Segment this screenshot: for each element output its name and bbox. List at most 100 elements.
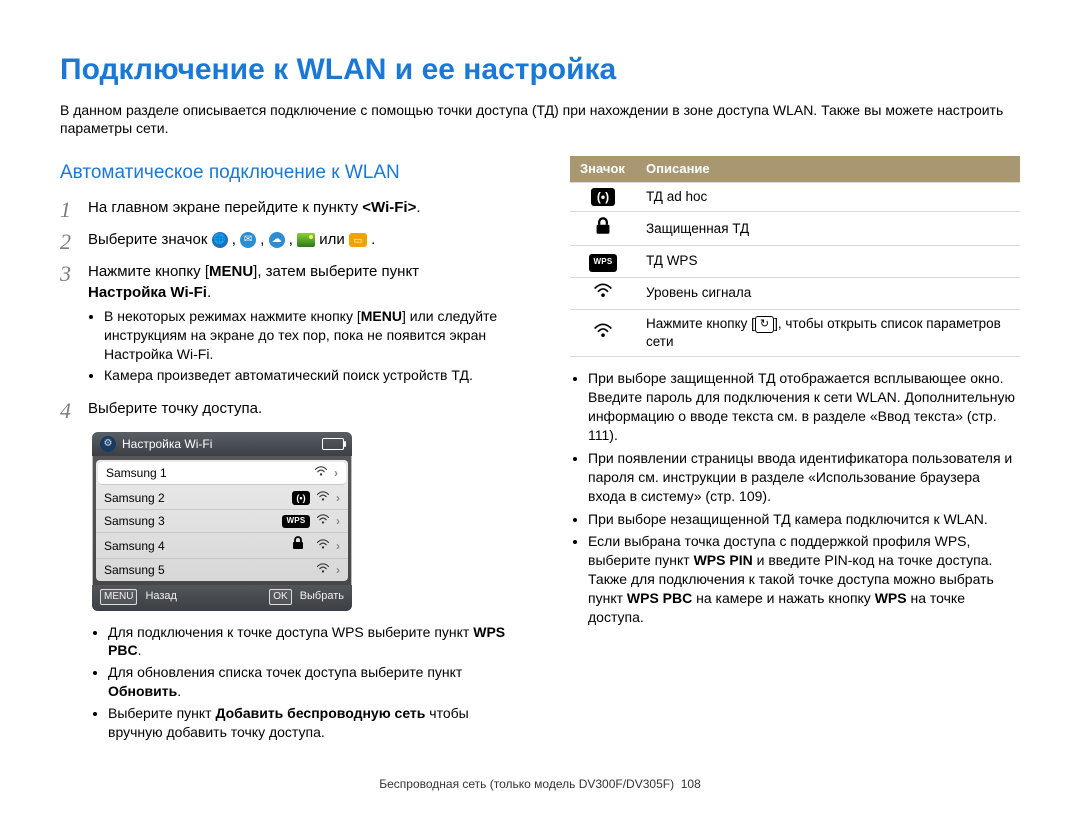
text: Выберите пункт (108, 705, 215, 721)
step-number: 4 (60, 399, 78, 423)
ap-name: Samsung 2 (104, 490, 286, 506)
right-column: Значок Описание (•) ТД ad hoc Защищенная… (570, 156, 1020, 748)
right-bullet: При выборе защищенной ТД отображается вс… (588, 369, 1020, 445)
chevron-right-icon: › (336, 490, 340, 506)
text: на камере и нажать кнопку (692, 590, 874, 606)
sep: , (256, 231, 269, 248)
wifi-ap-row[interactable]: Samsung 1 › (98, 462, 346, 485)
wifi-settings-panel: ⚙ Настройка Wi-Fi Samsung 1 › Samsung 2 (92, 432, 352, 611)
signal-icon (316, 538, 330, 554)
step-1-text-a: На главном экране перейдите к пункту (88, 199, 362, 216)
text: В некоторых режимах нажмите кнопку [ (104, 308, 361, 324)
page-title: Подключение к WLAN и ее настройка (60, 50, 1020, 91)
desc-secured: Защищенная ТД (636, 212, 1020, 246)
step-2-post: . (367, 231, 375, 248)
step-3-bold: Настройка Wi-Fi (88, 284, 207, 301)
wifi-gear-icon: ⚙ (100, 436, 116, 452)
right-bullet: При выборе незащищенной ТД камера подклю… (588, 510, 1020, 529)
left-bullet-3: Выберите пункт Добавить беспроводную сет… (108, 704, 510, 742)
adhoc-icon: (•) (591, 188, 615, 206)
step-2: 2 Выберите значок 🌐 , ✉ , ☁ , или ▭ . (60, 230, 510, 254)
lock-icon (286, 536, 310, 555)
chevron-right-icon: › (336, 513, 340, 529)
table-row: (•) ТД ad hoc (570, 182, 1020, 211)
globe-icon: 🌐 (212, 232, 228, 248)
step-4: 4 Выберите точку доступа. (60, 399, 510, 423)
wifi-ap-row[interactable]: Samsung 4 › (96, 533, 348, 559)
refresh-key: ↻ (755, 316, 774, 333)
left-column: Автоматическое подключение к WLAN 1 На г… (60, 156, 510, 748)
ap-name: Samsung 3 (104, 513, 276, 529)
signal-icon (316, 490, 330, 506)
text: Нажмите кнопку [ (646, 316, 755, 331)
sep: , (285, 231, 298, 248)
text: Обновить (108, 683, 177, 699)
wps-icon: WPS (282, 515, 310, 528)
page-intro: В данном разделе описывается подключение… (60, 101, 1020, 139)
step-number: 1 (60, 198, 78, 222)
wps-icon: WPS (589, 254, 617, 272)
chevron-right-icon: › (336, 538, 340, 554)
section-heading: Автоматическое подключение к WLAN (60, 160, 510, 186)
step-3-bullet-1: В некоторых режимах нажмите кнопку [MENU… (104, 307, 510, 364)
left-bullet-2: Для обновления списка точек доступа выбе… (108, 663, 510, 701)
step-1-text-b: . (416, 199, 420, 216)
ap-name: Samsung 1 (106, 465, 308, 481)
ap-name: Samsung 5 (104, 562, 310, 578)
table-row: Уровень сигнала (570, 277, 1020, 309)
cloud-icon: ☁ (269, 232, 285, 248)
sep: , (228, 231, 241, 248)
text: Для обновления списка точек доступа выбе… (108, 664, 462, 680)
page-number: 108 (681, 777, 701, 791)
chevron-right-icon: › (336, 562, 340, 578)
menu-key-badge: MENU (100, 589, 137, 605)
text: . (138, 642, 142, 658)
battery-icon (322, 438, 344, 450)
right-bullet: При появлении страницы ввода идентификат… (588, 449, 1020, 506)
picture-icon (297, 233, 315, 247)
step-3-pre: Нажмите кнопку [ (88, 263, 209, 280)
footer-text: Беспроводная сеть (только модель DV300F/… (379, 777, 674, 791)
step-3-bullet-2: Камера произведет автоматический поиск у… (104, 366, 510, 385)
signal-icon (314, 465, 328, 481)
ap-name: Samsung 4 (104, 538, 280, 554)
refresh-icon (593, 327, 613, 342)
th-icon: Значок (570, 156, 636, 182)
wifi-ap-row[interactable]: Samsung 2 (•) › (96, 487, 348, 510)
step-2-text: Выберите значок (88, 231, 212, 248)
step-4-text: Выберите точку доступа. (88, 399, 510, 419)
signal-icon (316, 513, 330, 529)
step-number: 2 (60, 230, 78, 254)
step-2-or: или (319, 231, 349, 248)
left-bullet-1: Для подключения к точке доступа WPS выбе… (108, 623, 510, 661)
signal-icon (316, 562, 330, 578)
table-row: WPS ТД WPS (570, 246, 1020, 277)
signal-icon (593, 287, 613, 302)
text: WPS (875, 590, 907, 606)
step-1-bold: <Wi-Fi> (362, 199, 416, 216)
wifi-ap-row[interactable]: Samsung 3 WPS › (96, 510, 348, 533)
text: Добавить беспроводную сеть (215, 705, 425, 721)
footer-back-label: Назад (145, 589, 177, 604)
table-row: Нажмите кнопку [↻], чтобы открыть список… (570, 309, 1020, 356)
icon-description-table: Значок Описание (•) ТД ad hoc Защищенная… (570, 156, 1020, 357)
desc-wps: ТД WPS (636, 246, 1020, 277)
footer-select-label: Выбрать (300, 589, 344, 604)
th-desc: Описание (636, 156, 1020, 182)
adhoc-icon: (•) (292, 491, 310, 505)
menu-key: MENU (209, 263, 253, 280)
page-footer: Беспроводная сеть (только модель DV300F/… (60, 776, 1020, 792)
wifi-panel-footer: MENU Назад OK Выбрать (92, 585, 352, 611)
wifi-panel-title: Настройка Wi-Fi (122, 436, 212, 452)
text: WPS PIN (694, 552, 753, 568)
step-3: 3 Нажмите кнопку [MENU], затем выберите … (60, 262, 510, 391)
text: Для подключения к точке доступа WPS выбе… (108, 624, 473, 640)
desc-refresh: Нажмите кнопку [↻], чтобы открыть список… (636, 309, 1020, 356)
table-row: Защищенная ТД (570, 212, 1020, 246)
text: WPS PBC (627, 590, 692, 606)
step-3-post: ], затем выберите пункт (253, 263, 419, 280)
wifi-ap-row[interactable]: Samsung 5 › (96, 559, 348, 581)
ok-key-badge: OK (269, 589, 291, 605)
tv-icon: ▭ (349, 233, 367, 247)
wifi-ap-list: Samsung 1 › Samsung 2 (•) › (96, 460, 348, 581)
